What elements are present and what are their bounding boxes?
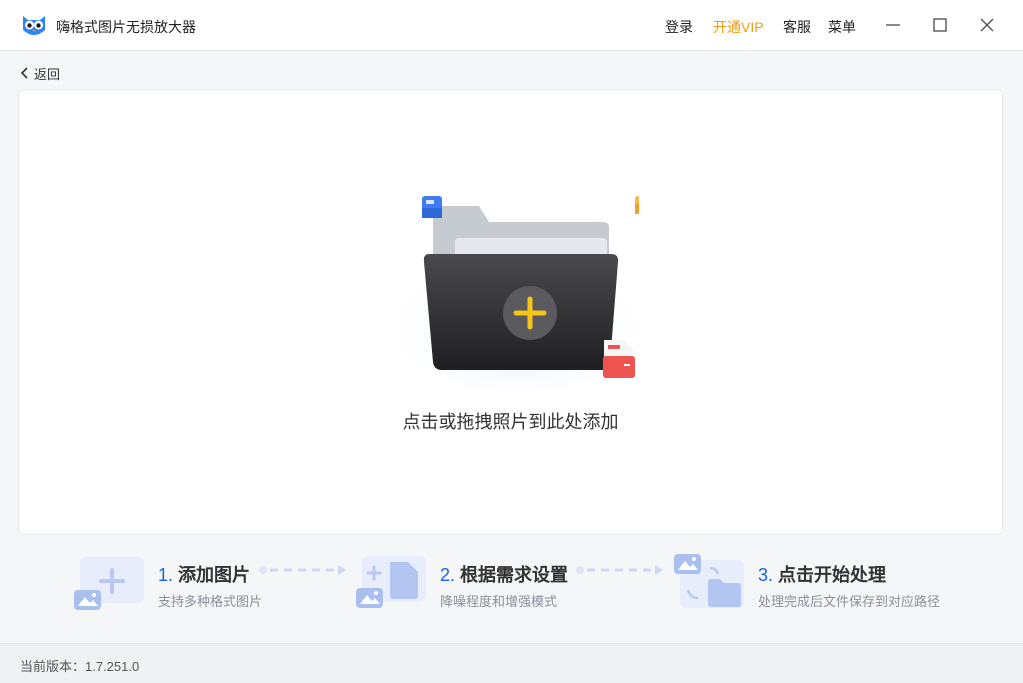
login-link[interactable]: 登录 (665, 17, 693, 37)
step-2-number: 2. (440, 565, 455, 585)
step-2-label: 根据需求设置 (460, 565, 568, 585)
back-label: 返回 (34, 64, 60, 83)
title-bar: 嗨格式图片无损放大器 登录 开通VIP 客服 菜单 (0, 0, 1023, 51)
service-link[interactable]: 客服 (783, 17, 811, 37)
step-3-label: 点击开始处理 (778, 565, 886, 585)
back-button[interactable]: 返回 (18, 63, 60, 83)
version-label: 当前版本：1.7.251.0 (20, 656, 139, 675)
close-icon[interactable] (975, 13, 999, 37)
step-2-description: 降噪程度和增强模式 (440, 591, 557, 610)
menu-link[interactable]: 菜单 (828, 17, 856, 37)
chevron-left-icon (18, 66, 30, 80)
settings-step-icon (356, 554, 430, 612)
dashed-arrow-icon (575, 564, 665, 576)
process-step-icon (674, 554, 746, 612)
add-image-step-icon (74, 556, 146, 612)
step-2-title: 2. 根据需求设置 (440, 561, 568, 587)
step-3-description: 处理完成后文件保存到对应路径 (758, 591, 940, 610)
step-3-number: 3. (758, 565, 773, 585)
step-1-title: 1. 添加图片 (158, 561, 250, 587)
status-bar: 当前版本：1.7.251.0 (0, 643, 1023, 683)
step-1-description: 支持多种格式图片 (158, 591, 262, 610)
app-title: 嗨格式图片无损放大器 (56, 17, 196, 37)
vip-link[interactable]: 开通VIP (713, 17, 764, 37)
add-folder-icon[interactable] (399, 190, 639, 390)
minimize-icon[interactable] (881, 13, 905, 37)
owl-logo-icon (20, 12, 48, 38)
drop-hint: 点击或拖拽照片到此处添加 (19, 408, 1002, 434)
step-1-label: 添加图片 (178, 565, 250, 585)
step-3-title: 3. 点击开始处理 (758, 561, 886, 587)
maximize-icon[interactable] (928, 13, 952, 37)
dashed-arrow-icon (258, 564, 348, 576)
step-1-number: 1. (158, 565, 173, 585)
image-drop-zone[interactable]: 点击或拖拽照片到此处添加 (18, 89, 1003, 535)
